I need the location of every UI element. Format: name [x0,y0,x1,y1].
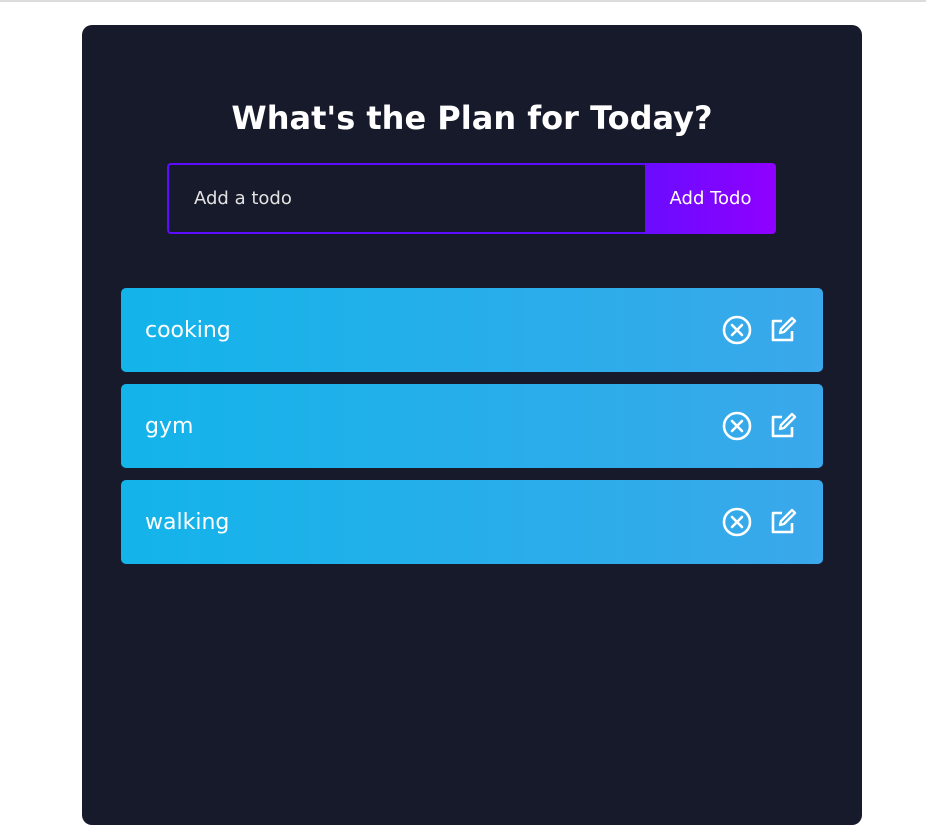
todo-item-actions [721,410,799,442]
page-title: What's the Plan for Today? [231,99,713,137]
close-circle-icon[interactable] [721,314,753,346]
todo-item-text[interactable]: cooking [145,318,721,343]
add-todo-button[interactable]: Add Todo [645,163,776,234]
todo-form: Add Todo [167,163,776,234]
edit-icon[interactable] [767,506,799,538]
todo-list: cooking gym walking [121,288,823,576]
todo-item-actions [721,314,799,346]
edit-icon[interactable] [767,410,799,442]
todo-item-text[interactable]: gym [145,414,721,439]
todo-item-text[interactable]: walking [145,510,721,535]
browser-top-divider [0,0,926,2]
close-circle-icon[interactable] [721,506,753,538]
close-circle-icon[interactable] [721,410,753,442]
todo-item: gym [121,384,823,468]
edit-icon[interactable] [767,314,799,346]
todo-app-card: What's the Plan for Today? Add Todo cook… [82,25,862,825]
todo-item: walking [121,480,823,564]
todo-item: cooking [121,288,823,372]
todo-item-actions [721,506,799,538]
todo-input[interactable] [167,163,645,234]
